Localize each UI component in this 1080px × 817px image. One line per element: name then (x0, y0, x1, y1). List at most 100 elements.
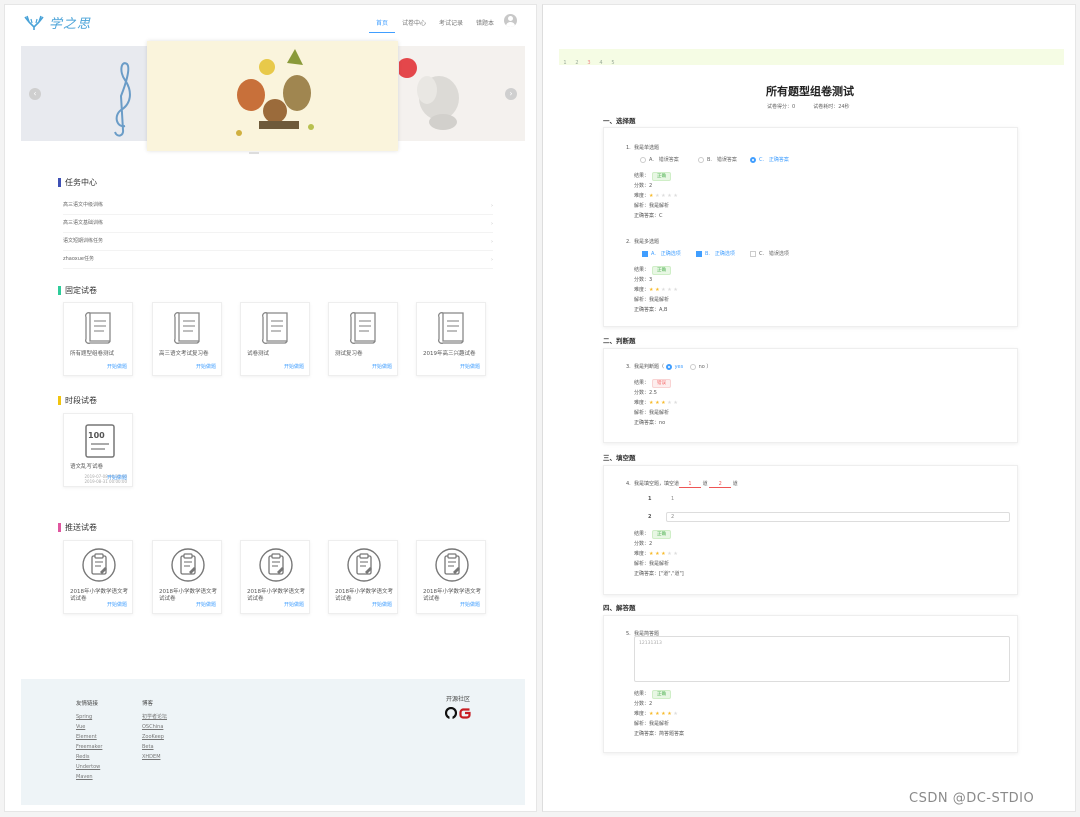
q4-score: 分数：2 (634, 540, 652, 547)
start-exam-link[interactable]: 开始做题 (372, 601, 392, 608)
task-item[interactable]: 语文短期训练任务 › (63, 237, 493, 251)
carousel-slide-active[interactable] (147, 41, 398, 151)
q2-option-c[interactable]: C. 错误选项 (750, 250, 789, 257)
start-exam-link[interactable]: 开始做题 (460, 601, 480, 608)
q-title: 我是填空题，填空道 (633, 481, 679, 487)
start-exam-link[interactable]: 开始做题 (284, 601, 304, 608)
section-bar (58, 396, 61, 405)
pushed-exam-card[interactable]: 2018年小学数学语文考试试卷 开始做题 (63, 540, 133, 614)
blank-2: 2 (709, 481, 732, 488)
fill-input-1[interactable]: 1 (666, 494, 1010, 504)
q3-option-yes[interactable]: yes (665, 363, 683, 370)
animals-reading-illustration (236, 49, 314, 136)
site-footer: 友情链接 Spring Vue Element Freemaker Redis Under… (21, 679, 525, 805)
pager-item[interactable]: 1 (559, 55, 571, 71)
q2-option-a[interactable]: A. 正确选项 (642, 250, 681, 257)
exam-paper-icon (85, 312, 111, 344)
task-item-label: 语文短期训练任务 (63, 238, 104, 244)
start-exam-link[interactable]: 开始做题 (107, 363, 127, 370)
pager-item[interactable]: 2 (571, 55, 583, 71)
pushed-exam-card[interactable]: 2018年小学数学语文考试试卷 开始做题 (328, 540, 398, 614)
task-item[interactable]: zhaoxue任务 › (63, 255, 493, 269)
answer-textarea[interactable]: 12131313 (634, 636, 1010, 682)
checkbox-icon (750, 250, 756, 257)
fixed-exam-card[interactable]: 试卷测试开始做题 (240, 302, 310, 376)
q3-option-no[interactable]: no (689, 363, 705, 370)
github-icon[interactable] (445, 707, 457, 719)
task-item-label: zhaoxue任务 (63, 256, 94, 262)
difficulty-rating: ★ ★ ★ ★ ★ (649, 711, 678, 717)
start-exam-link[interactable]: 开始做题 (107, 601, 127, 608)
chevron-right-icon: › (491, 257, 493, 263)
opt-letter: A. (649, 157, 654, 163)
footer-link[interactable]: OSChina (142, 722, 167, 732)
start-exam-link[interactable]: 开始做题 (196, 601, 216, 608)
result-label: 结果： (634, 531, 650, 537)
result-label: 结果： (634, 380, 650, 386)
footer-link[interactable]: XHDEM (142, 752, 167, 762)
fixed-exam-card[interactable]: 2019年高三兴趣试卷 开始做题 (416, 302, 486, 376)
task-center-title: 任务中心 (58, 177, 97, 188)
pushed-exam-card[interactable]: 2018年小学数学语文考试试卷 开始做题 (240, 540, 310, 614)
start-exam-link[interactable]: 开始做题 (372, 363, 392, 370)
blogs-column: 博客 初学者论坛 OSChina ZooKeep Beta XHDEM (142, 699, 167, 762)
q-end: 道 (732, 481, 738, 487)
pushed-exam-card[interactable]: 2018年小学数学语文考试试卷 开始做题 (152, 540, 222, 614)
carousel-indicator[interactable] (249, 152, 259, 154)
footer-link[interactable]: Spring (76, 712, 102, 722)
pushed-exam-card[interactable]: 2018年小学数学语文考试试卷 开始做题 (416, 540, 486, 614)
fixed-exam-card[interactable]: 高三语文考试复习卷 开始做题 (152, 302, 222, 376)
task-item[interactable]: 高三语文中级训练 › (63, 201, 493, 215)
footer-link[interactable]: Beta (142, 742, 167, 752)
pager-item[interactable]: 3 (583, 55, 595, 71)
start-exam-link[interactable]: 开始做题 (460, 363, 480, 370)
answer-label: 正确答案： (634, 731, 660, 737)
pager-item[interactable]: 4 (595, 55, 607, 71)
q5-score: 分数：2 (634, 700, 652, 707)
start-exam-link[interactable]: 开始做题 (284, 363, 304, 370)
nav-home[interactable]: 首页 (376, 18, 388, 27)
star-icon: ★ (673, 551, 678, 557)
opt-letter: B. (705, 251, 711, 257)
q2-option-b[interactable]: B. 正确选项 (696, 250, 735, 257)
user-avatar[interactable] (504, 14, 517, 27)
fixed-exam-card[interactable]: 测试复习卷 开始做题 (328, 302, 398, 376)
brand-logo[interactable]: 学之思 (23, 13, 91, 32)
card-name: 试卷测试 (247, 351, 270, 357)
gitee-icon[interactable] (459, 707, 471, 719)
footer-link[interactable]: Redis (76, 752, 102, 762)
footer-link[interactable]: Maven (76, 772, 102, 782)
q1-option-a[interactable]: A. 错误答案 (640, 156, 679, 163)
footer-link[interactable]: Freemaker (76, 742, 102, 752)
footer-link[interactable]: ZooKeep (142, 732, 167, 742)
footer-link[interactable]: Vue (76, 722, 102, 732)
q1-option-c[interactable]: C. 正确答案 (750, 156, 789, 163)
q-num: 5. (626, 631, 631, 637)
pager-item[interactable]: 5 (607, 55, 619, 71)
result-tag: 正确 (652, 172, 672, 181)
carousel-prev-button[interactable]: ‹ (29, 88, 41, 100)
star-icon: ★ (673, 193, 678, 199)
blank-1: 1 (678, 481, 701, 488)
clipboard-pen-icon (259, 548, 293, 582)
task-item[interactable]: 高三语文基础训练 › (63, 219, 493, 233)
q1-option-b[interactable]: B. 错误答案 (698, 156, 737, 163)
question-card-judge: 3. 我是判断题（ yes no ） 结果： 错误 分数：2.5 难度：★ ★ ★… (603, 348, 1018, 443)
open-source-title: 开源社区 (446, 696, 471, 703)
q1-answer: 正确答案：C (634, 212, 663, 219)
fixed-exam-card[interactable]: 所有题型组卷测试 开始做题 (63, 302, 133, 376)
start-exam-link[interactable]: 开始做题 (107, 474, 127, 481)
task-center-label: 任务中心 (65, 178, 97, 187)
nav-exam-center[interactable]: 试卷中心 (402, 18, 426, 27)
fill-input-2[interactable]: 2 (666, 512, 1010, 522)
footer-link[interactable]: Undertow (76, 762, 102, 772)
analysis-label: 解析： (634, 721, 650, 727)
start-exam-link[interactable]: 开始做题 (196, 363, 216, 370)
carousel-next-button[interactable]: › (505, 88, 517, 100)
nav-exam-records[interactable]: 考试记录 (439, 18, 463, 27)
nav-wrong-book[interactable]: 错题本 (476, 18, 494, 27)
footer-link[interactable]: 初学者论坛 (142, 712, 167, 722)
footer-link[interactable]: Element (76, 732, 102, 742)
score-label: 分数： (634, 541, 650, 547)
timed-exam-card[interactable]: 100 语文乱写试卷 2019-07-08 00:00:00 2019-08-31… (63, 413, 133, 487)
